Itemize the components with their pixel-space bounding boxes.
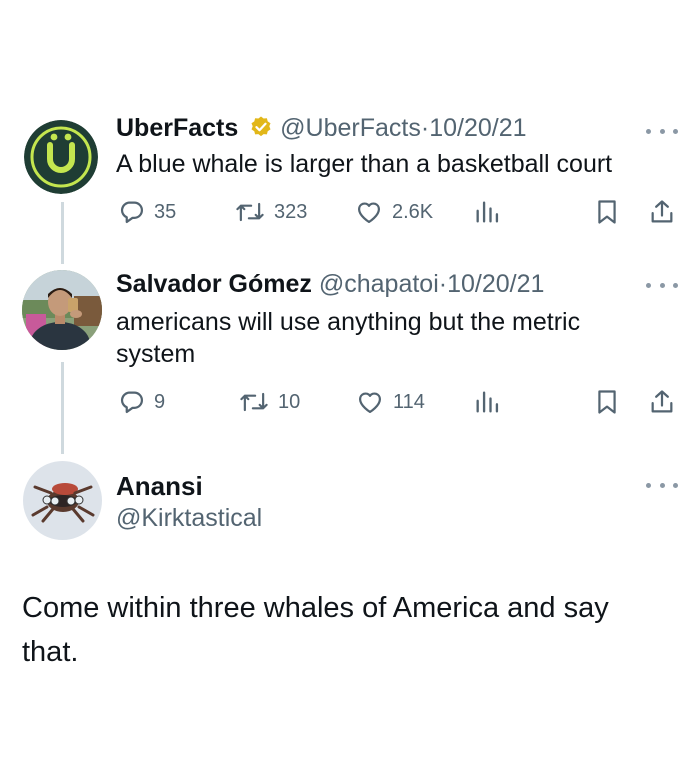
meta-separator: · (420, 114, 430, 142)
verified-badge-icon (249, 115, 273, 146)
retweet-icon (234, 198, 266, 226)
views-icon (473, 388, 501, 416)
reply-icon (118, 198, 146, 226)
retweet-count: 323 (274, 200, 308, 223)
retweet-button[interactable]: 323 (234, 195, 307, 229)
reply-author-name[interactable]: Anansi (116, 470, 203, 502)
tweet-date[interactable]: 10/20/21 (447, 270, 544, 298)
like-count: 114 (393, 390, 425, 413)
tweet-text: americans will use anything but the metr… (116, 308, 581, 368)
views-button[interactable] (473, 385, 501, 419)
like-icon (355, 388, 385, 416)
more-icon[interactable] (646, 480, 678, 490)
reply-count: 35 (154, 200, 177, 223)
share-icon (648, 198, 676, 226)
reply-text: Come within three whales of America and … (22, 592, 609, 668)
tweet-header: Salvador Gómez @chapatoi·10/20/21 (116, 269, 544, 299)
bookmark-icon (594, 388, 620, 416)
share-button[interactable] (648, 385, 676, 419)
retweet-button[interactable]: 10 (238, 385, 300, 419)
views-icon (473, 198, 501, 226)
views-button[interactable] (473, 195, 501, 229)
reply-icon (118, 388, 146, 416)
uberfacts-avatar[interactable] (24, 120, 98, 194)
reply-count: 9 (154, 390, 166, 413)
bookmark-icon (594, 198, 620, 226)
thread-connector-line (61, 362, 64, 454)
bookmark-button[interactable] (594, 195, 620, 229)
more-icon[interactable] (646, 280, 678, 290)
reply-author-handle[interactable]: @Kirktastical (116, 502, 262, 534)
meta-separator: · (438, 270, 448, 298)
thread-connector-line (61, 202, 64, 264)
anansi-avatar[interactable] (23, 461, 102, 540)
tweet-action-bar: 9 10 114 (116, 385, 676, 419)
tweet-date[interactable]: 10/20/21 (429, 114, 526, 142)
salvador-avatar[interactable] (22, 270, 102, 350)
author-name[interactable]: UberFacts (116, 114, 238, 142)
like-button[interactable]: 114 (355, 385, 425, 419)
author-handle[interactable]: @UberFacts (280, 114, 421, 142)
like-count: 2.6K (392, 200, 434, 223)
bookmark-button[interactable] (594, 385, 620, 419)
like-button[interactable]: 2.6K (354, 195, 433, 229)
retweet-count: 10 (278, 390, 301, 413)
reply-button[interactable]: 35 (118, 195, 176, 229)
share-icon (648, 388, 676, 416)
tweet-action-bar: 35 323 2.6K (116, 195, 676, 229)
retweet-icon (238, 388, 270, 416)
reply-button[interactable]: 9 (118, 385, 165, 419)
like-icon (354, 198, 384, 226)
author-handle[interactable]: @chapatoi (319, 270, 439, 298)
author-name[interactable]: Salvador Gómez (116, 270, 312, 298)
share-button[interactable] (648, 195, 676, 229)
tweet-text: A blue whale is larger than a basketball… (116, 150, 613, 178)
tweet-header: UberFacts @UberFacts·10/20/21 (116, 113, 527, 146)
more-icon[interactable] (646, 126, 678, 136)
